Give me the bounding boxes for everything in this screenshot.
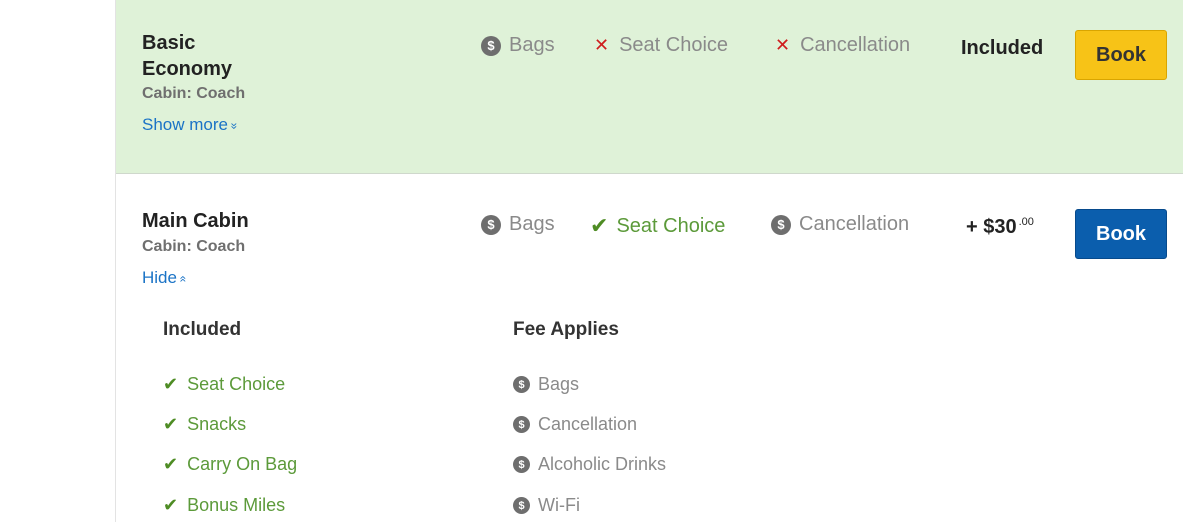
feature-label: Bags <box>509 213 555 235</box>
dollar-coin-icon: $ <box>771 214 791 235</box>
feature-label: Seat Choice <box>616 214 726 237</box>
feature-cancellation: $ Cancellation <box>771 213 909 236</box>
feature-bags: $ Bags <box>481 34 555 57</box>
fee-item: $ Alcoholic Drinks <box>513 454 666 475</box>
dollar-coin-icon: $ <box>513 416 530 433</box>
included-item: ✔ Snacks <box>163 414 247 434</box>
fare-name-line1: Basic <box>142 32 196 54</box>
feature-label: Bags <box>509 34 555 56</box>
feature-seat-choice: ✕ Seat Choice <box>594 34 728 57</box>
check-icon: ✔ <box>163 454 179 474</box>
book-button-main-cabin[interactable]: Book <box>1075 209 1167 259</box>
feature-bags: $ Bags <box>481 213 555 236</box>
dollar-coin-icon: $ <box>513 456 530 473</box>
price-cents: .00 <box>1018 216 1034 229</box>
feature-label: Cancellation <box>800 34 911 56</box>
feature-label: Cancellation <box>799 213 910 235</box>
fee-applies-heading: Fee Applies <box>513 319 619 340</box>
hide-label: Hide <box>142 268 177 287</box>
check-icon: ✔ <box>163 495 179 515</box>
fare-name-line2: Economy <box>142 58 233 80</box>
fee-item: $ Bags <box>513 374 579 395</box>
included-item: ✔ Carry On Bag <box>163 454 298 474</box>
fare-name: Basic Economy <box>142 30 232 82</box>
check-icon: ✔ <box>163 374 179 394</box>
x-icon: ✕ <box>775 35 791 55</box>
feature-label: Seat Choice <box>619 34 729 56</box>
chevron-down-icon: » <box>227 122 242 130</box>
dollar-coin-icon: $ <box>513 497 530 514</box>
chevron-up-icon: « <box>176 275 191 283</box>
feature-seat-choice: ✔ Seat Choice <box>590 213 725 239</box>
check-icon: ✔ <box>590 213 609 238</box>
fare-row-basic-economy: Basic Economy Cabin: Coach Show more» $ … <box>116 0 1183 174</box>
included-item: ✔ Bonus Miles <box>163 495 286 515</box>
fee-item: $ Wi-Fi <box>513 495 580 516</box>
included-heading: Included <box>163 319 242 340</box>
book-button-basic-economy[interactable]: Book <box>1075 30 1167 80</box>
dollar-coin-icon: $ <box>481 35 501 56</box>
fare-options-panel: Basic Economy Cabin: Coach Show more» $ … <box>115 0 1183 522</box>
included-item: ✔ Seat Choice <box>163 374 286 394</box>
show-more-link[interactable]: Show more» <box>142 115 242 135</box>
cabin-label: Cabin: Coach <box>142 238 246 255</box>
feature-cancellation: ✕ Cancellation <box>775 34 910 57</box>
fare-price: Included <box>961 37 1044 59</box>
fare-name: Main Cabin <box>142 210 249 232</box>
cabin-label: Cabin: Coach <box>142 85 246 102</box>
show-more-label: Show more <box>142 115 228 134</box>
dollar-coin-icon: $ <box>513 376 530 393</box>
fare-row-main-cabin: Main Cabin Cabin: Coach Hide« $ Bags ✔ S… <box>116 175 1183 522</box>
fare-price: + $30.00 <box>966 216 1034 239</box>
fee-item: $ Cancellation <box>513 414 637 435</box>
x-icon: ✕ <box>594 35 610 55</box>
dollar-coin-icon: $ <box>481 214 501 235</box>
check-icon: ✔ <box>163 414 179 434</box>
hide-link[interactable]: Hide« <box>142 268 191 288</box>
price-amount: + $30 <box>966 216 1017 238</box>
